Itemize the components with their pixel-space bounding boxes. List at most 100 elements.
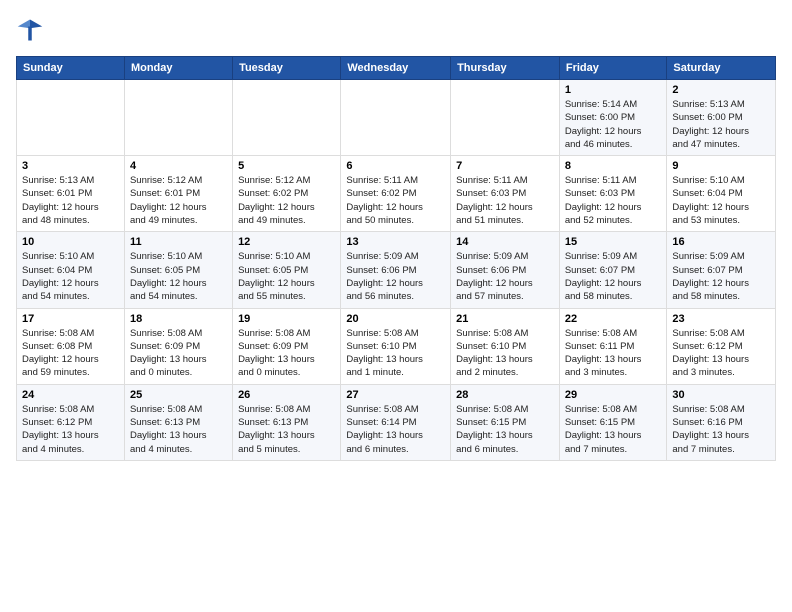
day-number: 27 — [346, 389, 445, 401]
day-info: Sunrise: 5:09 AM Sunset: 6:07 PM Dayligh… — [672, 250, 770, 303]
calendar-cell: 19 Sunrise: 5:08 AM Sunset: 6:09 PM Dayli… — [233, 308, 341, 384]
calendar-cell: 22Sunrise: 5:08 AM Sunset: 6:11 PM Dayli… — [559, 308, 667, 384]
day-info: Sunrise: 5:08 AM Sunset: 6:15 PM Dayligh… — [456, 403, 554, 456]
calendar-week-row: 1 Sunrise: 5:14 AM Sunset: 6:00 PM Daylig… — [17, 80, 776, 156]
weekday-header: Tuesday — [233, 57, 341, 80]
day-number: 13 — [346, 236, 445, 248]
day-number: 12 — [238, 236, 335, 248]
weekday-header: Wednesday — [341, 57, 451, 80]
day-info: Sunrise: 5:10 AM Sunset: 6:05 PM Dayligh… — [130, 250, 227, 303]
day-info: Sunrise: 5:13 AM Sunset: 6:00 PM Dayligh… — [672, 98, 770, 151]
calendar-cell: 6 Sunrise: 5:11 AM Sunset: 6:02 PM Daylig… — [341, 156, 451, 232]
calendar-cell: 16 Sunrise: 5:09 AM Sunset: 6:07 PM Dayli… — [667, 232, 776, 308]
calendar-cell — [451, 80, 560, 156]
day-info: Sunrise: 5:11 AM Sunset: 6:03 PM Dayligh… — [565, 174, 662, 227]
day-info: Sunrise: 5:08 AM Sunset: 6:09 PM Dayligh… — [130, 327, 227, 380]
day-info: Sunrise: 5:08 AM Sunset: 6:12 PM Dayligh… — [672, 327, 770, 380]
calendar-cell: 25 Sunrise: 5:08 AM Sunset: 6:13 PM Dayli… — [124, 384, 232, 460]
calendar-cell: 18Sunrise: 5:08 AM Sunset: 6:09 PM Dayli… — [124, 308, 232, 384]
day-number: 15 — [565, 236, 662, 248]
calendar-cell: 23 Sunrise: 5:08 AM Sunset: 6:12 PM Dayli… — [667, 308, 776, 384]
calendar-cell: 29 Sunrise: 5:08 AM Sunset: 6:15 PM Dayli… — [559, 384, 667, 460]
calendar-cell: 1 Sunrise: 5:14 AM Sunset: 6:00 PM Daylig… — [559, 80, 667, 156]
day-info: Sunrise: 5:09 AM Sunset: 6:06 PM Dayligh… — [456, 250, 554, 303]
weekday-header: Sunday — [17, 57, 125, 80]
calendar-cell — [124, 80, 232, 156]
day-info: Sunrise: 5:08 AM Sunset: 6:15 PM Dayligh… — [565, 403, 662, 456]
calendar-cell: 27 Sunrise: 5:08 AM Sunset: 6:14 PM Dayli… — [341, 384, 451, 460]
logo-icon — [16, 16, 44, 44]
calendar-cell: 10 Sunrise: 5:10 AM Sunset: 6:04 PM Dayli… — [17, 232, 125, 308]
calendar-cell — [17, 80, 125, 156]
day-info: Sunrise: 5:10 AM Sunset: 6:05 PM Dayligh… — [238, 250, 335, 303]
day-info: Sunrise: 5:14 AM Sunset: 6:00 PM Dayligh… — [565, 98, 662, 151]
day-number: 8 — [565, 160, 662, 172]
day-number: 5 — [238, 160, 335, 172]
calendar-cell: 4Sunrise: 5:12 AM Sunset: 6:01 PM Daylig… — [124, 156, 232, 232]
day-info: Sunrise: 5:12 AM Sunset: 6:01 PM Dayligh… — [130, 174, 227, 227]
day-number: 20 — [346, 313, 445, 325]
day-info: Sunrise: 5:08 AM Sunset: 6:16 PM Dayligh… — [672, 403, 770, 456]
day-info: Sunrise: 5:11 AM Sunset: 6:02 PM Dayligh… — [346, 174, 445, 227]
day-number: 7 — [456, 160, 554, 172]
calendar-cell: 30 Sunrise: 5:08 AM Sunset: 6:16 PM Dayli… — [667, 384, 776, 460]
calendar-cell: 7 Sunrise: 5:11 AM Sunset: 6:03 PM Daylig… — [451, 156, 560, 232]
weekday-header: Friday — [559, 57, 667, 80]
calendar-cell: 28 Sunrise: 5:08 AM Sunset: 6:15 PM Dayli… — [451, 384, 560, 460]
day-number: 9 — [672, 160, 770, 172]
day-number: 21 — [456, 313, 554, 325]
weekday-header: Monday — [124, 57, 232, 80]
day-info: Sunrise: 5:08 AM Sunset: 6:10 PM Dayligh… — [456, 327, 554, 380]
day-number: 2 — [672, 84, 770, 96]
calendar-cell: 11 Sunrise: 5:10 AM Sunset: 6:05 PM Dayli… — [124, 232, 232, 308]
calendar-cell: 2 Sunrise: 5:13 AM Sunset: 6:00 PM Daylig… — [667, 80, 776, 156]
calendar-week-row: 10 Sunrise: 5:10 AM Sunset: 6:04 PM Dayli… — [17, 232, 776, 308]
day-number: 10 — [22, 236, 119, 248]
day-number: 11 — [130, 236, 227, 248]
day-info: Sunrise: 5:08 AM Sunset: 6:14 PM Dayligh… — [346, 403, 445, 456]
calendar-cell: 9 Sunrise: 5:10 AM Sunset: 6:04 PM Daylig… — [667, 156, 776, 232]
day-info: Sunrise: 5:12 AM Sunset: 6:02 PM Dayligh… — [238, 174, 335, 227]
day-number: 25 — [130, 389, 227, 401]
calendar-cell: 8 Sunrise: 5:11 AM Sunset: 6:03 PM Daylig… — [559, 156, 667, 232]
day-info: Sunrise: 5:13 AM Sunset: 6:01 PM Dayligh… — [22, 174, 119, 227]
calendar-week-row: 17Sunrise: 5:08 AM Sunset: 6:08 PM Dayli… — [17, 308, 776, 384]
day-number: 26 — [238, 389, 335, 401]
day-number: 29 — [565, 389, 662, 401]
calendar-cell: 13 Sunrise: 5:09 AM Sunset: 6:06 PM Dayli… — [341, 232, 451, 308]
day-info: Sunrise: 5:10 AM Sunset: 6:04 PM Dayligh… — [22, 250, 119, 303]
day-info: Sunrise: 5:08 AM Sunset: 6:13 PM Dayligh… — [238, 403, 335, 456]
day-info: Sunrise: 5:08 AM Sunset: 6:09 PM Dayligh… — [238, 327, 335, 380]
day-number: 3 — [22, 160, 119, 172]
calendar-cell: 14Sunrise: 5:09 AM Sunset: 6:06 PM Dayli… — [451, 232, 560, 308]
calendar-cell — [233, 80, 341, 156]
day-number: 1 — [565, 84, 662, 96]
calendar-cell: 17Sunrise: 5:08 AM Sunset: 6:08 PM Dayli… — [17, 308, 125, 384]
day-info: Sunrise: 5:08 AM Sunset: 6:10 PM Dayligh… — [346, 327, 445, 380]
calendar-cell: 12 Sunrise: 5:10 AM Sunset: 6:05 PM Dayli… — [233, 232, 341, 308]
day-info: Sunrise: 5:08 AM Sunset: 6:13 PM Dayligh… — [130, 403, 227, 456]
day-number: 28 — [456, 389, 554, 401]
page-header — [16, 16, 776, 44]
day-number: 30 — [672, 389, 770, 401]
day-info: Sunrise: 5:09 AM Sunset: 6:06 PM Dayligh… — [346, 250, 445, 303]
calendar-week-row: 24Sunrise: 5:08 AM Sunset: 6:12 PM Dayli… — [17, 384, 776, 460]
day-info: Sunrise: 5:08 AM Sunset: 6:08 PM Dayligh… — [22, 327, 119, 380]
day-info: Sunrise: 5:11 AM Sunset: 6:03 PM Dayligh… — [456, 174, 554, 227]
day-number: 6 — [346, 160, 445, 172]
day-number: 23 — [672, 313, 770, 325]
day-number: 19 — [238, 313, 335, 325]
day-info: Sunrise: 5:09 AM Sunset: 6:07 PM Dayligh… — [565, 250, 662, 303]
calendar-cell: 21 Sunrise: 5:08 AM Sunset: 6:10 PM Dayli… — [451, 308, 560, 384]
calendar-cell: 24Sunrise: 5:08 AM Sunset: 6:12 PM Dayli… — [17, 384, 125, 460]
day-number: 16 — [672, 236, 770, 248]
day-info: Sunrise: 5:08 AM Sunset: 6:11 PM Dayligh… — [565, 327, 662, 380]
calendar-cell: 20 Sunrise: 5:08 AM Sunset: 6:10 PM Dayli… — [341, 308, 451, 384]
calendar: SundayMondayTuesdayWednesdayThursdayFrid… — [16, 56, 776, 461]
calendar-cell: 3 Sunrise: 5:13 AM Sunset: 6:01 PM Daylig… — [17, 156, 125, 232]
day-number: 24 — [22, 389, 119, 401]
calendar-cell — [341, 80, 451, 156]
calendar-cell: 5 Sunrise: 5:12 AM Sunset: 6:02 PM Daylig… — [233, 156, 341, 232]
weekday-header: Saturday — [667, 57, 776, 80]
day-info: Sunrise: 5:10 AM Sunset: 6:04 PM Dayligh… — [672, 174, 770, 227]
